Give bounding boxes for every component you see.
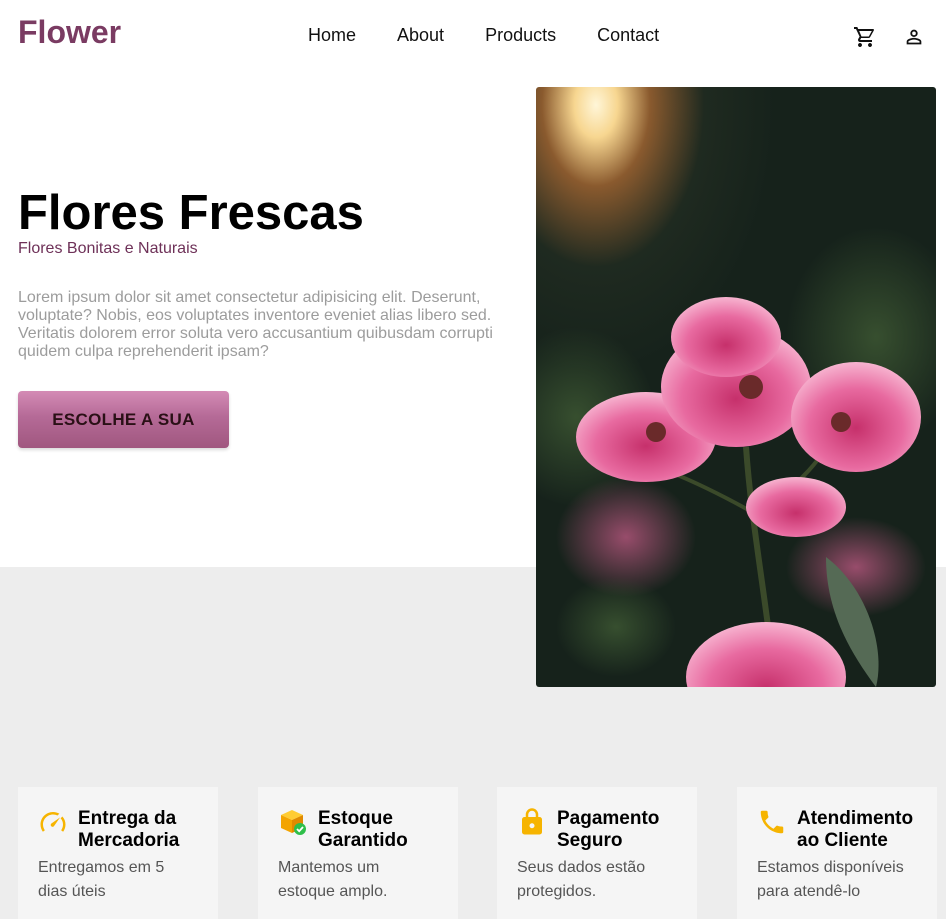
feature-title: Pagamento Seguro xyxy=(557,808,660,851)
feature-title: Entrega da Mercadoria xyxy=(78,808,180,851)
feature-card-delivery: Entrega da Mercadoria Entregamos em 5 di… xyxy=(18,787,218,919)
phone-icon xyxy=(757,807,787,837)
feature-text: Seus dados estão protegidos. xyxy=(517,859,646,900)
nav-products[interactable]: Products xyxy=(485,24,556,46)
speedometer-icon xyxy=(38,807,68,837)
nav-about[interactable]: About xyxy=(397,24,444,46)
main-nav: Home About Products Contact xyxy=(308,24,659,46)
choose-yours-button[interactable]: ESCOLHE A SUA xyxy=(18,391,229,448)
nav-contact[interactable]: Contact xyxy=(597,24,659,46)
nav-home[interactable]: Home xyxy=(308,24,356,46)
hero-title: Flores Frescas xyxy=(18,186,364,240)
hero-flower-image xyxy=(536,87,936,687)
feature-text: Estamos disponíveis para atendê-lo xyxy=(757,859,904,900)
feature-text: Entregamos em 5 dias úteis xyxy=(38,859,165,900)
feature-card-stock: Estoque Garantido Mantemos um estoque am… xyxy=(258,787,458,919)
feature-card-payment: Pagamento Seguro Seus dados estão proteg… xyxy=(497,787,697,919)
site-header: Flower Home About Products Contact xyxy=(0,0,946,70)
lock-icon xyxy=(517,807,547,837)
hero-subtitle: Flores Bonitas e Naturais xyxy=(18,240,198,257)
hero-description: Lorem ipsum dolor sit amet consectetur a… xyxy=(18,289,493,360)
logo[interactable]: Flower xyxy=(18,14,121,51)
box-check-icon xyxy=(278,807,308,837)
user-icon[interactable] xyxy=(901,24,927,50)
cart-icon[interactable] xyxy=(852,24,878,50)
feature-title: Estoque Garantido xyxy=(318,808,408,851)
feature-title: Atendimento ao Cliente xyxy=(797,808,914,851)
feature-card-support: Atendimento ao Cliente Estamos disponíve… xyxy=(737,787,937,919)
feature-text: Mantemos um estoque amplo. xyxy=(278,859,388,900)
